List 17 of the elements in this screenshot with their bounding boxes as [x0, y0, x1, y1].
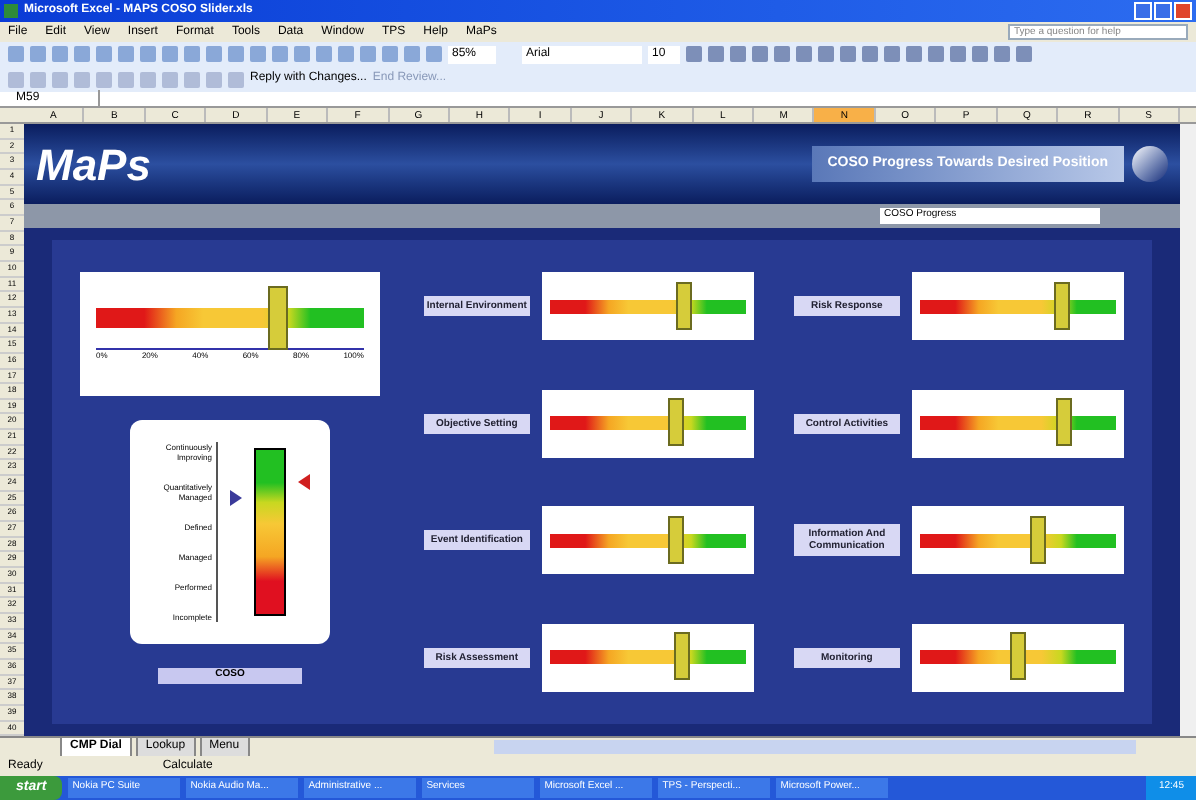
slider-thumb[interactable]	[675, 281, 692, 329]
globe-icon	[1132, 146, 1168, 182]
slider-thumb[interactable]	[268, 285, 289, 349]
slider-thumb[interactable]	[1009, 632, 1026, 681]
maximize-button[interactable]	[1154, 2, 1172, 20]
pointer-icon	[230, 490, 242, 506]
slider-thumb[interactable]	[667, 398, 684, 447]
close-button[interactable]	[1174, 2, 1192, 20]
minimize-button[interactable]	[1134, 2, 1152, 20]
slider-thumb[interactable]	[1054, 281, 1071, 329]
slider-thumb[interactable]	[1056, 398, 1073, 447]
excel-icon	[4, 4, 18, 18]
logo-text: MaPs	[36, 137, 151, 193]
slider-thumb[interactable]	[673, 632, 690, 681]
slider-thumb[interactable]	[1029, 515, 1046, 564]
slider-thumb[interactable]	[667, 515, 684, 564]
pointer-icon	[298, 474, 310, 490]
